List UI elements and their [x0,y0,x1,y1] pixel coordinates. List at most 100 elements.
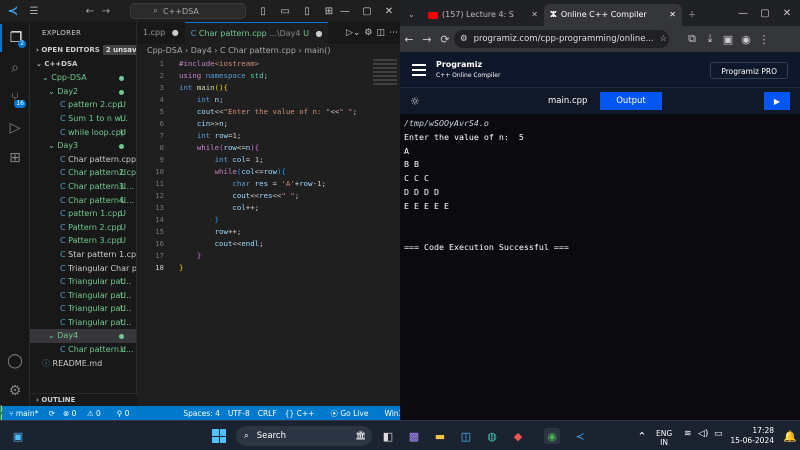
task-view-icon[interactable]: ◧ [380,428,396,444]
command-center-search[interactable]: ⌕ C++DSA [130,3,246,19]
file-item[interactable]: C Char pattern2.cpp U [30,166,136,180]
volume-icon[interactable]: ◁) [698,429,708,439]
tray-overflow-icon[interactable]: ⌃ [634,428,650,444]
outline-section[interactable]: › OUTLINE [30,393,137,406]
gear-icon[interactable]: ⚙ [364,28,372,38]
search-activity-icon[interactable]: ⌕ [0,54,30,82]
file-readme[interactable]: ⓘ README.md [30,357,136,371]
workspace-root[interactable]: ⌄ C++DSA [30,58,136,72]
vscode-taskbar-icon[interactable]: ≺ [572,428,588,444]
toggle-secondary-icon[interactable]: ▯ [296,2,318,20]
theme-toggle-icon[interactable]: ☼ [410,95,420,108]
wifi-icon[interactable]: ≋ [684,429,692,439]
extensions-icon[interactable]: ⧉ [683,32,701,46]
language-indicator[interactable]: ENG IN [656,429,672,447]
chrome-menu-icon[interactable]: ⋮ [755,33,773,46]
problems-indicator[interactable]: ⊗ 0 ⚠ 0 [63,409,109,418]
close-icon[interactable]: ✕ [776,4,798,22]
file-item[interactable]: C Char pattern.c... U [30,343,136,357]
minimize-icon[interactable]: — [334,2,356,20]
forward-arrow-icon[interactable]: → [98,3,114,19]
output-console[interactable]: /tmp/wSOOyAvrS4.o Enter the value of n: 5… [400,114,800,420]
tab-char-pattern[interactable]: C Char pattern.cpp ...\Day4 U ● [184,22,329,44]
file-item[interactable]: C Char pattern4.... U [30,194,136,208]
output-tab-button[interactable]: Output [600,92,662,110]
site-info-icon[interactable]: ⚙ [460,34,468,44]
file-item[interactable]: C while loop.cpp U [30,126,136,140]
run-debug-icon[interactable]: ▷ [0,114,30,142]
remote-icon[interactable]: ⟩⟨ [0,404,3,422]
bookmark-star-icon[interactable]: ☆ [660,34,668,44]
programiz-pro-button[interactable]: Programiz PRO [710,62,788,79]
file-item[interactable]: C Star pattern 1.cpp [30,248,136,262]
address-bar[interactable]: ⚙ programiz.com/cpp-programming/online...… [454,30,669,48]
battery-icon[interactable]: ▭ [714,429,723,439]
file-item[interactable]: C Triangular pat... U [30,289,136,303]
run-button[interactable]: ▶ [764,92,790,110]
notifications-icon[interactable]: 🔔 [782,428,798,444]
file-item[interactable]: C Sum 1 to n w... U [30,112,136,126]
maximize-icon[interactable]: ▢ [754,4,776,22]
extensions-icon[interactable]: ⊞ [0,144,30,172]
teams-icon[interactable]: ▩ [406,428,422,444]
settings-gear-icon[interactable]: ⚙ [0,377,30,405]
menu-icon[interactable]: ☰ [26,3,42,19]
tab-youtube[interactable]: (157) Lecture 4: S ✕ [422,4,544,26]
file-item[interactable]: C Pattern 3.cpp U [30,234,136,248]
folder-day3[interactable]: ⌄ Day3 [30,139,136,153]
office-icon[interactable]: ◆ [510,428,526,444]
open-editors-section[interactable]: › OPEN EDITORS2 unsaved [30,44,136,58]
unsaved-dot-icon[interactable]: ● [172,28,179,37]
go-live-button[interactable]: ⦿ Go Live [330,408,376,419]
eol-indicator[interactable]: CRLF [258,409,277,418]
explorer-icon[interactable]: ❐ 2 [0,24,30,52]
accounts-icon[interactable]: ◯ [0,347,30,375]
tab-programiz[interactable]: ⵣ Online C++ Compiler ✕ [544,4,682,26]
close-icon[interactable]: ✕ [378,2,400,20]
close-tab-icon[interactable]: ✕ [669,4,676,26]
minimize-icon[interactable]: — [732,4,754,22]
sidepanel-icon[interactable]: ▣ [719,33,737,46]
back-arrow-icon[interactable]: ← [82,3,98,19]
code-editor[interactable]: 1 2 3 4 5 6 7 8 9 10 11 12 13 14 15 16 17 18 #include<ios… [137,57,400,406]
toggle-sidebar-icon[interactable]: ▯ [252,2,274,20]
downloads-icon[interactable]: ⤓ [701,32,719,46]
start-button[interactable] [212,429,226,443]
file-item[interactable]: C pattern 2.cpp U [30,98,136,112]
maximize-icon[interactable]: ▢ [356,2,378,20]
encoding-indicator[interactable]: UTF-8 [228,409,250,418]
tab-1cpp[interactable]: 1.cpp ● [137,22,185,44]
file-item[interactable]: C Triangular pat... U [30,302,136,316]
chrome-icon[interactable]: ◉ [544,428,560,444]
split-editor-icon[interactable]: ◫ [376,28,385,38]
breadcrumb[interactable]: Cpp-DSA › Day4 › C Char pattern.cpp › ma… [137,44,400,57]
more-actions-icon[interactable]: ⋯ [389,28,398,38]
folder-day2[interactable]: ⌄ Day2 [30,85,136,99]
edge-icon[interactable]: ◍ [484,428,500,444]
reload-icon[interactable]: ⟳ [436,33,454,46]
source-control-icon[interactable]: ⑂ 16 [0,84,30,112]
taskbar-search[interactable]: ⌕ Search 🏛 [236,426,372,446]
widgets-icon[interactable]: ▣ [10,428,26,444]
file-item[interactable]: C Triangular pat... U [30,316,136,330]
file-item[interactable]: C Triangular Char pat... [30,262,136,276]
clock[interactable]: 17:28 15-06-2024 [730,426,774,446]
profile-avatar[interactable]: ◉ [737,33,755,46]
close-tab-icon[interactable]: ✕ [531,4,538,26]
indentation-indicator[interactable]: Spaces: 4 [183,409,219,418]
back-icon[interactable]: ← [400,33,418,46]
branch-indicator[interactable]: ⑂ main* ⟳ [9,409,55,418]
unsaved-dot-icon[interactable]: ● [315,29,322,38]
minimap[interactable] [370,57,400,117]
file-item[interactable]: C Char pattern3.... U [30,180,136,194]
file-item[interactable]: C pattern 1.cpp U [30,207,136,221]
folder-cpp-dsa[interactable]: ⌄ Cpp-DSA [30,71,136,85]
hamburger-menu-icon[interactable] [412,63,426,76]
file-explorer-icon[interactable]: ▬ [432,428,448,444]
folder-day4[interactable]: ⌄ Day4 [30,329,136,344]
toggle-panel-icon[interactable]: ▭ [274,2,296,20]
tab-search-icon[interactable]: ⌄ [400,4,422,26]
run-file-icon[interactable]: ▷⌄ [346,28,360,38]
forward-icon[interactable]: → [418,33,436,46]
file-item[interactable]: C Char pattern.cpp [30,153,136,167]
